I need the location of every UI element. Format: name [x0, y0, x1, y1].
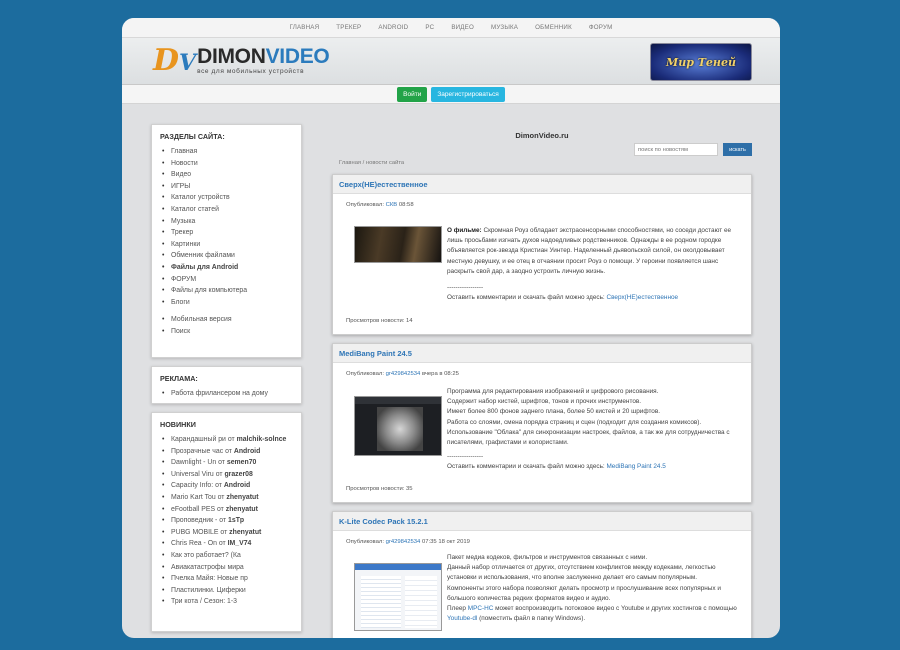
section-home[interactable]: Главная [160, 146, 293, 158]
search-input[interactable] [634, 143, 718, 156]
latest-item[interactable]: Прозрачные час от Android [160, 446, 293, 458]
news-meta: Опубликовал: gr429842534 вчера в 08:25 [346, 371, 459, 377]
ads-panel: РЕКЛАМА: Работа фрилансером на дому [151, 366, 302, 404]
nav-tracker[interactable]: ТРЕКЕР [336, 24, 361, 31]
search-button[interactable]: искать [723, 143, 752, 156]
logo-tagline: все для мобильных устройств [197, 68, 305, 75]
news-title[interactable]: K-Lite Codec Pack 15.2.1 [333, 512, 751, 531]
latest-item[interactable]: Dawnlight - Un от semen70 [160, 457, 293, 469]
news-title[interactable]: MediBang Paint 24.5 [333, 344, 751, 363]
latest-title: НОВИНКИ [160, 420, 196, 429]
latest-item[interactable]: PUBG MOBILE от zhenyatut [160, 527, 293, 539]
latest-item[interactable]: Capacity Info: от Android [160, 480, 293, 492]
news-thumbnail[interactable] [354, 563, 442, 631]
section-forum[interactable]: ФОРУМ [160, 274, 293, 286]
section-video[interactable]: Видео [160, 169, 293, 181]
news-thumbnail[interactable] [354, 226, 442, 263]
section-news[interactable]: Новости [160, 158, 293, 170]
nav-exchange[interactable]: ОБМЕННИК [535, 24, 572, 31]
news-search: искать [332, 143, 752, 156]
banner-text: Мир Теней [666, 55, 736, 69]
latest-item[interactable]: Карандашный ри от malchik-solnce [160, 434, 293, 446]
logo-mark-icon: DV [153, 43, 197, 78]
news-meta: Опубликовал: gr429842534 07:35 18 окт 20… [346, 539, 470, 545]
section-search[interactable]: Поиск [160, 326, 293, 338]
section-pc-files[interactable]: Файлы для компьютера [160, 285, 293, 297]
news-body: Пакет медиа кодеков, фильтров и инструме… [447, 554, 737, 623]
nav-home[interactable]: ГЛАВНАЯ [290, 24, 320, 31]
section-tracker[interactable]: Трекер [160, 227, 293, 239]
nav-forum[interactable]: ФОРУМ [589, 24, 613, 31]
sidebar: РАЗДЕЛЫ САЙТА: Главная Новости Видео ИГР… [151, 124, 302, 638]
latest-item[interactable]: Авиакатастрофы мира [160, 562, 293, 574]
browser-frame: ГЛАВНАЯ ТРЕКЕР ANDROID PC ВИДЕО МУЗЫКА О… [122, 18, 780, 638]
main-content: DimonVideo.ru искать Главная / новости с… [332, 124, 752, 638]
ad-banner[interactable]: Мир Теней [650, 43, 752, 81]
news-title[interactable]: Сверх(НЕ)естественное [333, 175, 751, 194]
section-file-exchange[interactable]: Обменник файлами [160, 250, 293, 262]
news-card: K-Lite Codec Pack 15.2.1 Опубликовал: gr… [332, 511, 752, 638]
latest-item[interactable]: Проповедник - от 1sTp [160, 515, 293, 527]
view-count: Просмотров новости: 14 [346, 318, 413, 324]
auth-bar: Войти Зарегистрироваться [122, 85, 780, 104]
news-card: Сверх(НЕ)естественное Опубликовал: СКВ 0… [332, 174, 752, 335]
youtube-dl-link[interactable]: Youtube-dl [447, 615, 477, 622]
latest-item[interactable]: eFootball PES от zhenyatut [160, 504, 293, 516]
section-mobile-version[interactable]: Мобильная версия [160, 314, 293, 326]
view-count: Просмотров новости: 35 [346, 486, 413, 492]
latest-item[interactable]: Пчелка Майя: Новые пр [160, 573, 293, 585]
author-link[interactable]: СКВ [386, 202, 398, 208]
nav-pc[interactable]: PC [425, 24, 434, 31]
site-logo[interactable]: DV DIMONVIDEO все для мобильных устройст… [153, 43, 330, 78]
section-blogs[interactable]: Блоги [160, 297, 293, 309]
latest-item[interactable]: Три кота / Сезон: 1-3 [160, 596, 293, 608]
register-button[interactable]: Зарегистрироваться [431, 86, 505, 102]
section-games[interactable]: ИГРЫ [160, 181, 293, 193]
news-meta: Опубликовал: СКВ 08:58 [346, 202, 414, 208]
player-link[interactable]: MPC-HC [468, 605, 494, 612]
breadcrumb[interactable]: Главная / новости сайта [339, 160, 752, 166]
sections-title: РАЗДЕЛЫ САЙТА: [160, 132, 225, 141]
author-link[interactable]: gr429842534 [386, 371, 421, 377]
section-pictures[interactable]: Картинки [160, 239, 293, 251]
nav-android[interactable]: ANDROID [378, 24, 408, 31]
login-button[interactable]: Войти [397, 86, 428, 102]
news-thumbnail[interactable] [354, 396, 442, 456]
latest-item[interactable]: Пластилинки. Циферки [160, 585, 293, 597]
download-link[interactable]: MediBang Paint 24.5 [606, 463, 665, 470]
ads-title: РЕКЛАМА: [160, 374, 198, 383]
site-title: DimonVideo.ru [515, 131, 569, 140]
author-link[interactable]: gr429842534 [386, 539, 421, 545]
news-body: О фильме: Скромная Роуз обладает экстрас… [447, 227, 732, 302]
latest-item[interactable]: Mario Kart Tou от zhenyatut [160, 492, 293, 504]
site-header: DV DIMONVIDEO все для мобильных устройст… [122, 38, 780, 85]
news-card: MediBang Paint 24.5 Опубликовал: gr42984… [332, 343, 752, 503]
news-body: Программа для редактирования изображений… [447, 388, 730, 471]
download-link[interactable]: Сверх(НЕ)естественное [606, 294, 678, 301]
top-navigation: ГЛАВНАЯ ТРЕКЕР ANDROID PC ВИДЕО МУЗЫКА О… [122, 18, 780, 38]
section-music[interactable]: Музыка [160, 216, 293, 228]
section-devices[interactable]: Каталог устройств [160, 192, 293, 204]
sections-panel: РАЗДЕЛЫ САЙТА: Главная Новости Видео ИГР… [151, 124, 302, 358]
latest-item[interactable]: Universal Viru от grazer08 [160, 469, 293, 481]
section-articles[interactable]: Каталог статей [160, 204, 293, 216]
logo-wordmark-image: DIMONVIDEO [197, 45, 330, 68]
nav-music[interactable]: МУЗЫКА [491, 24, 518, 31]
latest-item[interactable]: Как это работает? (Ка [160, 550, 293, 562]
section-android-files[interactable]: Файлы для Android [160, 262, 293, 274]
ad-link[interactable]: Работа фрилансером на дому [160, 388, 293, 400]
latest-item[interactable]: Chris Rea - On от IM_V74 [160, 538, 293, 550]
latest-panel: НОВИНКИ Карандашный ри от malchik-solnce… [151, 412, 302, 632]
nav-video[interactable]: ВИДЕО [451, 24, 474, 31]
